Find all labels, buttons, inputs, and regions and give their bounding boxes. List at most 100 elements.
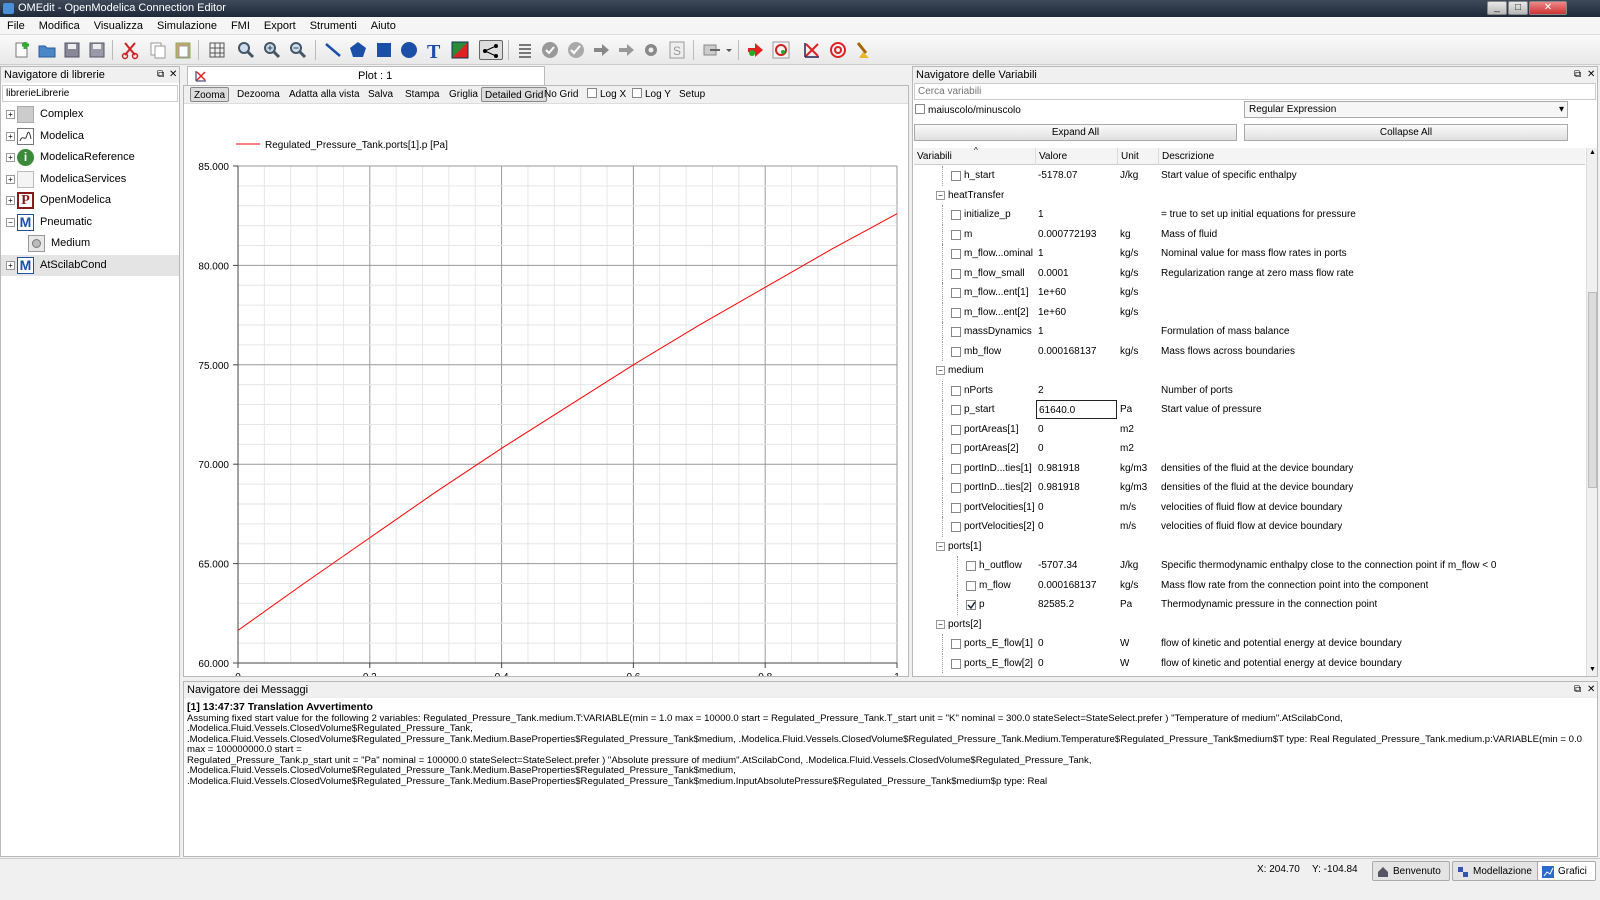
variable-plot-checkbox[interactable] — [951, 210, 961, 220]
library-item-openmodelica[interactable]: + P OpenModelica — [1, 190, 179, 212]
library-item-complex[interactable]: + Complex — [1, 104, 179, 126]
case-sensitive-checkbox[interactable]: maiuscolo/minuscolo — [915, 104, 1021, 116]
scroll-down-icon[interactable]: ▼ — [1589, 666, 1596, 673]
menu-strumenti[interactable]: Strumenti — [303, 17, 364, 35]
menu-visualizza[interactable]: Visualizza — [87, 17, 150, 35]
variables-search-input[interactable] — [914, 83, 1596, 100]
simulation-setup-icon[interactable] — [771, 40, 791, 60]
menu-simulazione[interactable]: Simulazione — [150, 17, 224, 35]
close-icon[interactable]: ✕ — [1587, 682, 1595, 698]
variable-group-row[interactable]: − medium — [914, 361, 1554, 381]
variable-plot-checkbox[interactable] — [951, 327, 961, 337]
variable-row[interactable]: p 82585.2 Pa Thermodynamic pressure in the … — [914, 595, 1554, 615]
expand-icon[interactable]: + — [6, 260, 15, 270]
check-all-icon[interactable] — [566, 40, 586, 60]
variable-plot-checkbox[interactable] — [966, 600, 976, 610]
variable-row[interactable]: p_start 61640.0 Pa Start value of pressure — [914, 400, 1554, 420]
variable-row[interactable]: m_flow_small 0.0001 kg/s Regularization ran… — [914, 263, 1554, 283]
parametric-plot-icon[interactable] — [828, 40, 848, 60]
variable-plot-checkbox[interactable] — [951, 424, 961, 435]
detailed-grid-button[interactable]: Detailed Grid — [481, 87, 548, 102]
collapse-icon[interactable]: − — [936, 366, 945, 375]
checkbox-icon[interactable] — [587, 88, 597, 98]
grid-icon[interactable] — [207, 40, 227, 60]
zoom-in-icon[interactable] — [262, 40, 282, 60]
collapse-icon[interactable]: − — [936, 190, 945, 200]
variable-row[interactable]: portInD...ties[2] 0.981918 kg/m3 densities … — [914, 478, 1554, 498]
float-icon[interactable]: ⧉ — [157, 67, 164, 83]
variable-plot-checkbox[interactable] — [966, 561, 976, 571]
close-button[interactable]: ✕ — [1529, 1, 1567, 15]
line-tool-icon[interactable] — [323, 40, 343, 60]
scroll-up-icon[interactable]: ▲ — [1589, 149, 1596, 156]
expand-icon[interactable]: + — [6, 153, 15, 162]
polygon-tool-icon[interactable] — [348, 40, 368, 60]
float-icon[interactable]: ⧉ — [1574, 682, 1581, 698]
plot-chart[interactable]: 0 0,2 0,4 0,6 0,8 1 60.000 65.000 70.000 75.000 80… — [184, 104, 908, 683]
variable-row[interactable]: m 0.000772193 kg Mass of fluid — [914, 224, 1554, 244]
menu-aiuto[interactable]: Aiuto — [364, 17, 403, 35]
menu-fmi[interactable]: FMI — [224, 17, 257, 35]
connect-mode-icon[interactable] — [479, 40, 503, 60]
menu-export[interactable]: Export — [257, 17, 303, 35]
float-icon[interactable]: ⧉ — [1574, 67, 1581, 83]
setup-button[interactable]: Setup — [676, 87, 708, 102]
variable-row[interactable]: ports_E_flow[1] 0 Wflow of kinetic and pot… — [914, 634, 1554, 654]
variable-row[interactable]: m_flow...ent[1] 1e+60 kg/s — [914, 283, 1554, 303]
library-item-medium[interactable]: Medium — [1, 233, 179, 255]
message-entry[interactable]: [1] 13:47:37 Translation Avvertimento As… — [184, 698, 1597, 791]
tab-plot-1[interactable]: Plot : 1 — [187, 66, 545, 86]
variable-row[interactable]: h_start -5178.07 J/kg Start value of specif… — [914, 166, 1554, 186]
variable-row[interactable]: ports_E_flow[2] 0 Wflow of kinetic and pot… — [914, 653, 1554, 673]
new-file-icon[interactable] — [12, 40, 32, 60]
no-grid-button[interactable]: No Grid — [541, 87, 581, 102]
collapse-all-button[interactable]: Collapse All — [1244, 124, 1568, 141]
menu-modifica[interactable]: Modifica — [32, 17, 87, 35]
library-filter-input[interactable]: librerieLibrerie — [2, 85, 178, 102]
column-variabili[interactable]: Variabili — [917, 148, 952, 165]
variable-plot-checkbox[interactable] — [966, 580, 976, 591]
grid-button[interactable]: Griglia — [446, 87, 481, 102]
zoom-button[interactable]: Zooma — [190, 87, 230, 102]
collapse-icon[interactable]: − — [936, 541, 945, 551]
ellipse-tool-icon[interactable] — [399, 40, 419, 60]
minimize-button[interactable]: _ — [1487, 1, 1507, 15]
variable-plot-checkbox[interactable] — [951, 385, 961, 396]
variable-plot-checkbox[interactable] — [951, 483, 961, 493]
variable-plot-checkbox[interactable] — [951, 405, 961, 415]
instantiate-icon[interactable] — [591, 40, 611, 60]
variable-row[interactable]: m_flow 0.000168137 kg/s Mass flow rate from… — [914, 575, 1554, 595]
tab-modellazione[interactable]: Modellazione — [1452, 861, 1541, 881]
column-unit[interactable]: Unit — [1121, 148, 1139, 165]
variable-plot-checkbox[interactable] — [951, 522, 961, 532]
filter-mode-select[interactable]: Regular Expression ▾ — [1244, 101, 1568, 118]
variable-plot-checkbox[interactable] — [951, 171, 961, 181]
column-descrizione[interactable]: Descrizione — [1162, 148, 1214, 165]
variable-row[interactable]: m_flow...ominal 1 kg/s Nominal value for ma… — [914, 244, 1554, 264]
bitmap-tool-icon[interactable] — [450, 40, 470, 60]
maximize-button[interactable]: □ — [1508, 1, 1528, 15]
expand-icon[interactable]: + — [6, 110, 15, 119]
zoom-out-icon[interactable] — [288, 40, 308, 60]
variable-row[interactable]: initialize_p 1 = true to set up initial eq… — [914, 205, 1554, 225]
library-item-modelica[interactable]: + Modelica — [1, 126, 179, 148]
collapse-icon[interactable]: − — [6, 217, 15, 227]
plot-window-icon[interactable] — [802, 40, 822, 60]
variable-plot-checkbox[interactable] — [951, 249, 961, 259]
variable-group-row[interactable]: − heatTransfer — [914, 186, 1554, 206]
save-all-icon[interactable] — [87, 40, 107, 60]
variable-plot-checkbox[interactable] — [951, 307, 961, 318]
variable-plot-checkbox[interactable] — [951, 502, 961, 513]
print-button[interactable]: Stampa — [402, 87, 442, 102]
export-dropdown-icon[interactable] — [702, 40, 732, 60]
unzoom-button[interactable]: Dezooma — [234, 87, 283, 102]
variable-plot-checkbox[interactable] — [951, 346, 961, 357]
expand-icon[interactable]: + — [6, 174, 15, 184]
copy-icon[interactable] — [148, 40, 168, 60]
clear-plot-icon[interactable] — [853, 40, 873, 60]
variable-plot-checkbox[interactable] — [951, 639, 961, 649]
variable-row[interactable]: h_outflow -5707.34 J/kg Specific thermodyna… — [914, 556, 1554, 576]
close-icon[interactable]: ✕ — [169, 67, 177, 83]
save-icon[interactable] — [62, 40, 82, 60]
expand-icon[interactable]: + — [6, 131, 15, 141]
